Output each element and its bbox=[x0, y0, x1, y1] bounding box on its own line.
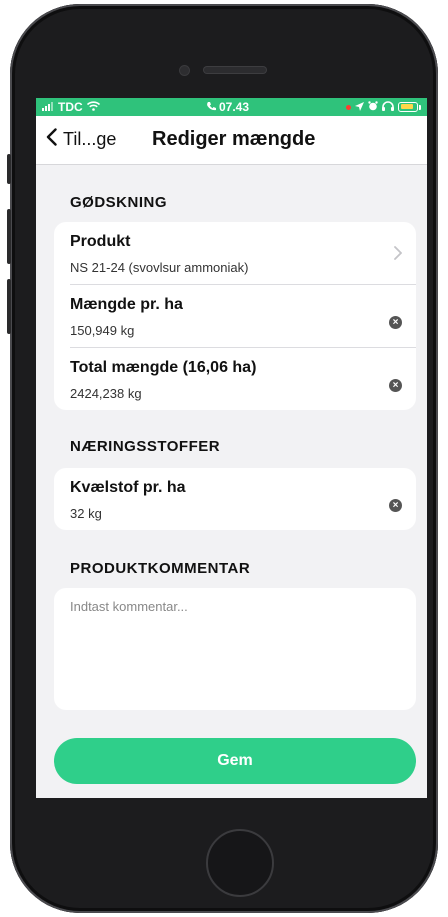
battery-icon bbox=[398, 102, 418, 112]
alarm-icon bbox=[368, 100, 378, 114]
headphones-icon bbox=[382, 100, 394, 114]
section-header-comment: PRODUKTKOMMENTAR bbox=[70, 560, 251, 577]
signal-icon bbox=[42, 100, 54, 114]
amount-per-ha-row[interactable]: Mængde pr. ha 150,949 kg × bbox=[70, 284, 416, 347]
clear-icon[interactable]: × bbox=[389, 316, 402, 329]
clear-icon[interactable]: × bbox=[389, 379, 402, 392]
nutrients-card: Kvælstof pr. ha 32 kg × bbox=[54, 468, 416, 530]
call-icon bbox=[206, 100, 216, 114]
page-title: Rediger mængde bbox=[152, 128, 316, 150]
product-label: Produkt bbox=[70, 233, 131, 250]
total-amount-label: Total mængde (16,06 ha) bbox=[70, 359, 257, 376]
home-button[interactable] bbox=[206, 829, 274, 897]
back-label: Til...ge bbox=[63, 129, 117, 149]
comment-textarea[interactable]: Indtast kommentar... bbox=[54, 588, 416, 710]
clear-icon[interactable]: × bbox=[389, 499, 402, 512]
nitrogen-per-ha-row[interactable]: Kvælstof pr. ha 32 kg × bbox=[54, 468, 416, 530]
volume-up-button bbox=[7, 209, 11, 264]
chevron-right-icon bbox=[394, 244, 403, 265]
nitrogen-per-ha-value: 32 kg bbox=[70, 506, 102, 521]
earpiece-speaker bbox=[204, 67, 266, 73]
wifi-icon bbox=[86, 100, 100, 114]
comment-placeholder: Indtast kommentar... bbox=[70, 599, 188, 614]
section-header-nutrients: NÆRINGSSTOFFER bbox=[70, 438, 221, 455]
save-button[interactable]: Gem bbox=[54, 738, 416, 784]
fertilizing-card: Produkt NS 21-24 (svovlsur ammoniak) Mæn… bbox=[54, 222, 416, 410]
battery-cap-icon bbox=[419, 104, 421, 110]
location-arrow-icon bbox=[355, 100, 364, 114]
amount-per-ha-label: Mængde pr. ha bbox=[70, 296, 183, 313]
total-amount-row[interactable]: Total mængde (16,06 ha) 2424,238 kg × bbox=[70, 347, 416, 410]
section-header-fertilizing: GØDSKNING bbox=[70, 194, 168, 211]
mute-switch bbox=[7, 154, 11, 184]
clock-time: 07.43 bbox=[219, 100, 250, 114]
total-amount-value: 2424,238 kg bbox=[70, 386, 142, 401]
status-bar: TDC 07.43 bbox=[36, 98, 427, 116]
recording-dot-icon bbox=[346, 104, 351, 110]
app-screen: TDC 07.43 Til...ge Rediger mængde GØDSKN… bbox=[36, 98, 427, 798]
volume-down-button bbox=[7, 279, 11, 334]
chevron-left-icon bbox=[46, 128, 57, 151]
front-camera bbox=[180, 66, 189, 75]
back-button[interactable]: Til...ge bbox=[46, 128, 116, 151]
carrier-name: TDC bbox=[58, 100, 83, 114]
product-value: NS 21-24 (svovlsur ammoniak) bbox=[70, 260, 249, 275]
product-row[interactable]: Produkt NS 21-24 (svovlsur ammoniak) bbox=[54, 222, 416, 284]
nitrogen-per-ha-label: Kvælstof pr. ha bbox=[70, 479, 186, 496]
navigation-bar: Til...ge Rediger mængde bbox=[36, 116, 427, 165]
amount-per-ha-value: 150,949 kg bbox=[70, 323, 135, 338]
